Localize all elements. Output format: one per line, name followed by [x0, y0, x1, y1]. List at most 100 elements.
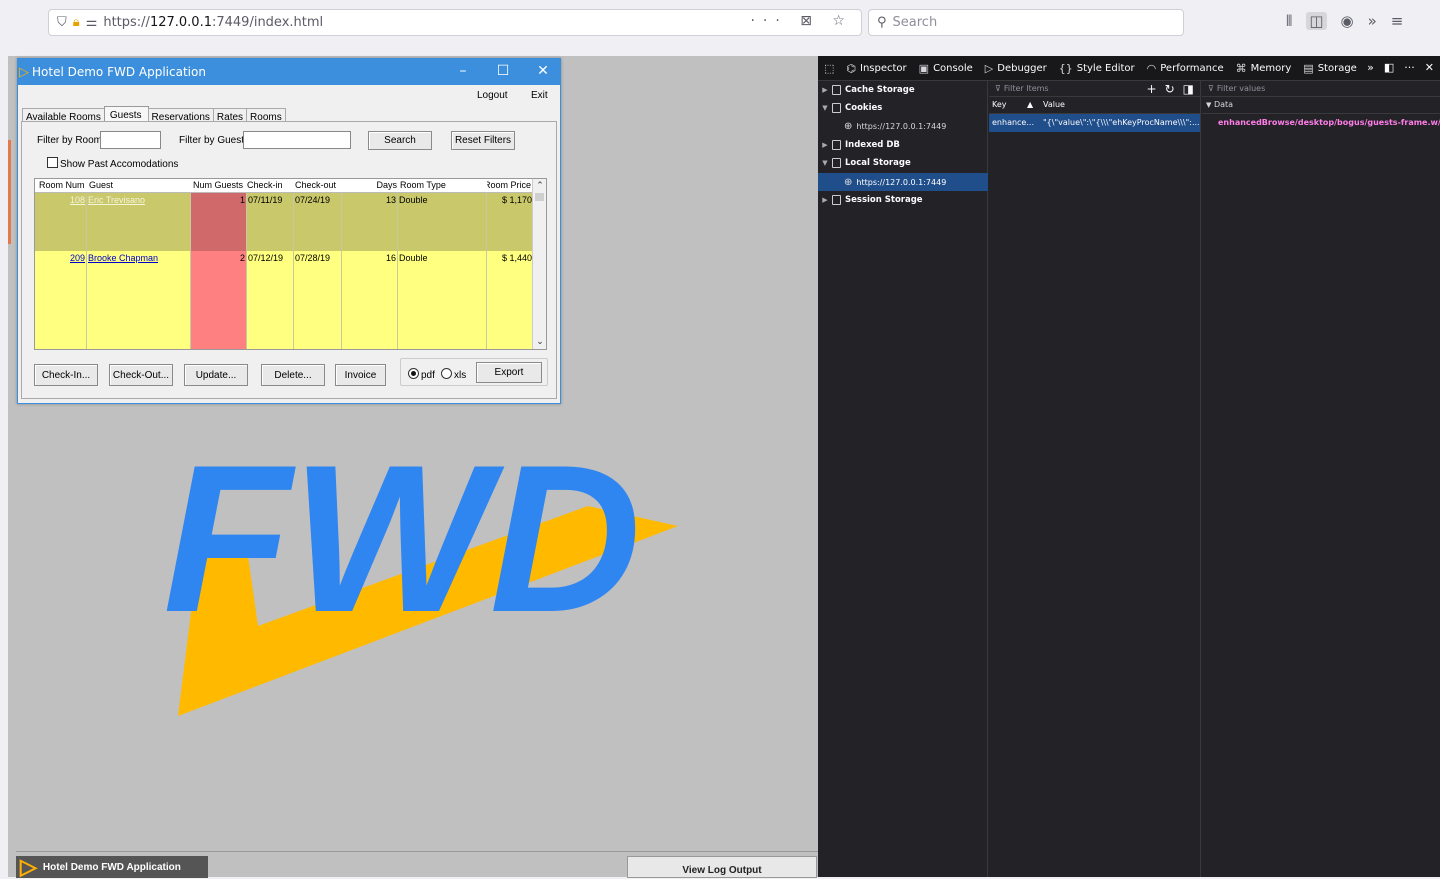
search-bar[interactable]: ⚲ Search [868, 9, 1184, 36]
page-edge-marker [8, 140, 11, 244]
close-devtools-icon[interactable]: ✕ [1425, 61, 1434, 74]
lock-warning-icon[interactable]: 🔒︎ [73, 15, 80, 30]
col-checkin[interactable]: Check-in [247, 180, 293, 190]
app-titlebar[interactable]: ▷ Hotel Demo FWD Application – ☐ ✕ [18, 59, 560, 85]
cell-days: 13 [342, 193, 398, 251]
filter-guest-input[interactable] [243, 131, 351, 149]
browser-toolbar: ⛉ 🔒︎ ⚌ https://127.0.0.1:7449/index.html… [0, 0, 1440, 46]
col-days[interactable]: Days [375, 180, 397, 190]
page-actions[interactable]: ··· ⊠ ☆ [750, 13, 853, 29]
overflow-icon[interactable]: » [1368, 12, 1377, 30]
filter-room-input[interactable] [100, 131, 161, 149]
maximize-icon[interactable]: ☐ [494, 63, 512, 79]
table-row[interactable]: 209 Brooke Chapman 2 07/12/19 07/28/19 1… [35, 251, 533, 309]
col-key[interactable]: Key [992, 100, 1007, 109]
cell-empty [35, 309, 87, 349]
scroll-up-icon[interactable]: ⌃ [533, 180, 546, 191]
sidebar-icon[interactable]: ◫ [1306, 12, 1327, 30]
exit-link[interactable]: Exit [531, 90, 548, 101]
storage-row[interactable]: enhance... "{\"value\":\"{\\\"ehKeyProcN… [989, 114, 1200, 132]
library-icon[interactable]: ⫴ [1286, 12, 1292, 30]
refresh-icon[interactable]: ↻ [1165, 82, 1175, 96]
reset-filters-button[interactable]: Reset Filters [451, 131, 515, 150]
cell-room-type: Double [398, 193, 487, 251]
account-icon[interactable]: ◉ [1341, 12, 1354, 30]
scroll-down-icon[interactable]: ⌄ [533, 336, 546, 347]
fwd-logo: FWD [163, 421, 678, 716]
cell-checkout: 07/24/19 [294, 193, 342, 251]
xls-radio[interactable] [441, 368, 452, 379]
taskbar-app-label: Hotel Demo FWD Application [42, 861, 181, 873]
invoice-button[interactable]: Invoice [335, 364, 386, 386]
storage-type-icon [832, 103, 841, 113]
cell-room[interactable]: 108 [35, 193, 87, 251]
update-button[interactable]: Update... [184, 364, 248, 386]
cell-empty [191, 309, 247, 349]
col-checkout[interactable]: Check-out [295, 180, 341, 190]
export-button[interactable]: Export [476, 362, 542, 383]
col-num-guests[interactable]: Num Guests [193, 180, 245, 190]
guests-table: Room Num Guest Num Guests Check-in Check… [34, 178, 547, 350]
search-button[interactable]: Search [368, 131, 432, 150]
tab-performance[interactable]: ◠ Performance [1147, 62, 1224, 75]
cell-price: $ 1,170 [501, 195, 532, 205]
checkin-button[interactable]: Check-In... [34, 364, 98, 386]
performance-icon: ◠ [1146, 61, 1157, 75]
tab-memory[interactable]: ⌘ Memory [1236, 62, 1292, 75]
tree-indexed-db[interactable]: ▶ Indexed DB [818, 136, 988, 154]
checkout-button[interactable]: Check-Out... [109, 364, 173, 386]
cell-guest[interactable]: Eric Trevisano [87, 193, 191, 251]
close-icon[interactable]: ✕ [534, 63, 552, 79]
view-log-button[interactable]: View Log Output [627, 856, 817, 878]
url-bar[interactable]: ⛉ 🔒︎ ⚌ https://127.0.0.1:7449/index.html… [48, 9, 862, 36]
cell-empty [342, 309, 398, 349]
tab-storage[interactable]: ▤ Storage [1303, 62, 1357, 75]
scroll-thumb[interactable] [535, 193, 544, 201]
col-room-price[interactable]: Room Price [487, 180, 531, 190]
shield-icon[interactable]: ⛉ [57, 15, 67, 30]
cell-guest[interactable]: Brooke Chapman [87, 251, 191, 309]
col-room-type[interactable]: Room Type [400, 180, 480, 190]
expanded-arrow-icon: ▼ [822, 104, 828, 112]
permissions-icon[interactable]: ⚌ [86, 15, 98, 30]
taskbar-app-button[interactable]: ▷ Hotel Demo FWD Application [16, 856, 208, 878]
storage-tree: ▶ Cache Storage ▼ Cookies ⊕ https://127.0.0… [818, 81, 988, 877]
menu-icon[interactable]: ≡ [1391, 12, 1404, 30]
col-guest[interactable]: Guest [89, 180, 189, 190]
table-row-empty[interactable] [35, 309, 533, 349]
more-tabs-icon[interactable]: » [1367, 61, 1374, 74]
tree-local-storage[interactable]: ▼ Local Storage [818, 154, 988, 172]
tree-session-storage[interactable]: ▶ Session Storage [818, 191, 988, 209]
tab-debugger[interactable]: ▷ Debugger [985, 62, 1047, 75]
tree-local-storage-host[interactable]: ⊕ https://127.0.0.1:7449 [818, 173, 988, 191]
minimize-icon[interactable]: – [454, 63, 472, 79]
dock-icon[interactable]: ◧ [1384, 61, 1394, 74]
table-scrollbar[interactable]: ⌃ ⌄ [532, 179, 546, 349]
options-icon[interactable]: ··· [1404, 61, 1415, 74]
tree-cache-storage[interactable]: ▶ Cache Storage [818, 81, 988, 99]
data-header[interactable]: ▼ Data [1202, 97, 1440, 114]
cell-empty [247, 309, 294, 349]
tree-cookies[interactable]: ▼ Cookies [818, 99, 988, 117]
delete-button[interactable]: Delete... [261, 364, 325, 386]
logout-link[interactable]: Logout [477, 90, 508, 101]
guests-panel: Filter by Room: Filter by Guest: Search … [21, 121, 557, 399]
filter-items-input[interactable]: ⊽ Filter Items + ↻ ◨ [989, 81, 1200, 97]
table-row[interactable]: 108 Eric Trevisano 1 07/11/19 07/24/19 1… [35, 193, 533, 251]
tree-cookies-host[interactable]: ⊕ https://127.0.0.1:7449 [818, 117, 988, 135]
element-picker-icon[interactable]: ⬚ [824, 62, 834, 75]
add-item-icon[interactable]: + [1147, 82, 1157, 96]
tab-style-editor[interactable]: {} Style Editor [1059, 62, 1135, 75]
toggle-sidebar-icon[interactable]: ◨ [1183, 82, 1194, 96]
tab-console[interactable]: ▣ Console [919, 62, 973, 75]
col-room-num[interactable]: Room Num [39, 180, 87, 190]
filter-values-input[interactable]: ⊽ Filter values [1202, 81, 1440, 97]
url-text[interactable]: https://127.0.0.1:7449/index.html [103, 15, 323, 30]
cell-room[interactable]: 209 [35, 251, 87, 309]
tab-inspector[interactable]: ⌬ Inspector [846, 62, 906, 75]
filter-icon: ⊽ [1208, 84, 1214, 93]
pdf-radio[interactable] [408, 368, 419, 379]
data-value: enhancedBrowse/desktop/bogus/guests-fram… [1218, 118, 1440, 127]
show-past-checkbox[interactable] [47, 157, 58, 168]
col-value[interactable]: Value [1043, 100, 1065, 109]
